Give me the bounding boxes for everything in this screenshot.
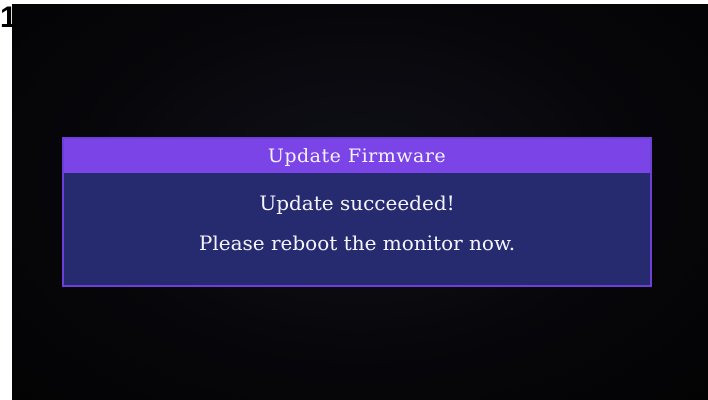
- monitor-screen: Update Firmware Update succeeded! Please…: [12, 4, 708, 400]
- reboot-instruction: Please reboot the monitor now.: [198, 231, 516, 255]
- update-firmware-dialog: Update Firmware Update succeeded! Please…: [62, 137, 652, 287]
- dialog-body: Update succeeded! Please reboot the moni…: [64, 173, 650, 257]
- status-message: Update succeeded!: [259, 191, 455, 215]
- photo-frame: Update Firmware Update succeeded! Please…: [0, 0, 708, 400]
- figure-number-label: 1: [0, 1, 17, 34]
- dialog-title: Update Firmware: [64, 139, 650, 173]
